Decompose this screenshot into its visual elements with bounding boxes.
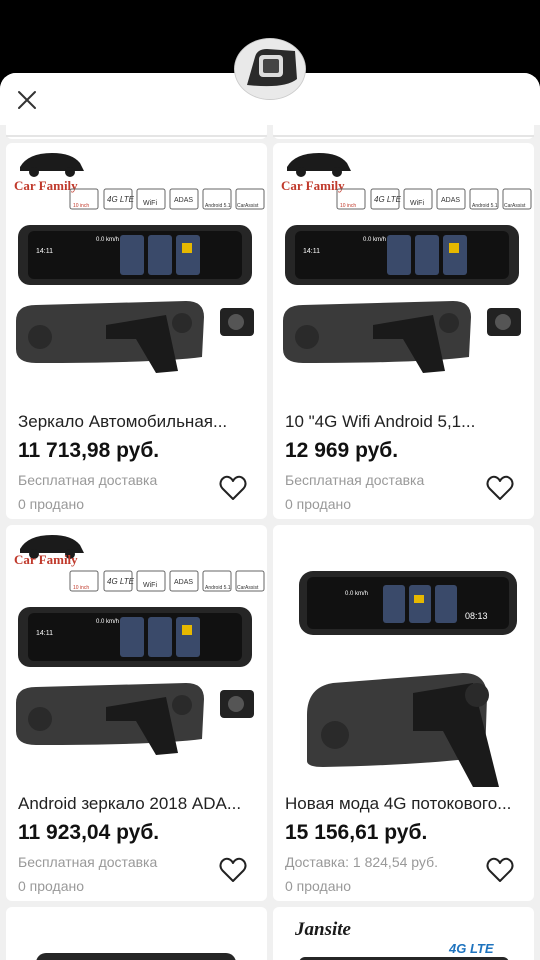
product-title: Android зеркало 2018 ADA... — [18, 794, 242, 813]
brand-logo-text: Car Family — [14, 552, 78, 567]
shipping-info: Бесплатная доставка — [285, 472, 425, 488]
svg-text:WiFi: WiFi — [143, 582, 157, 589]
svg-text:CarAssist: CarAssist — [504, 203, 526, 209]
product-image: Car Family 10 inch 4G LTE WiFi ADAS Andr… — [14, 153, 265, 373]
svg-text:14:11: 14:11 — [303, 248, 320, 255]
feature-badges: 10 inch 4G LTE WiFi ADAS Android 5.1 Car… — [69, 570, 265, 592]
car-family-logo: Car Family — [14, 153, 84, 193]
svg-text:10 inch: 10 inch — [73, 585, 89, 591]
svg-text:Android 5.1: Android 5.1 — [205, 203, 231, 209]
svg-text:14:11: 14:11 — [36, 630, 53, 637]
product-card[interactable]: Car Family 10 inch 4G LTE WiFi ADAS Andr… — [273, 143, 534, 519]
svg-text:0.0 km/h: 0.0 km/h — [363, 237, 386, 243]
jansite-logo: Jansite — [294, 919, 352, 940]
svg-text:10 inch: 10 inch — [73, 203, 89, 209]
product-sheet: Car Family 10 inch 4G LTE WiFi ADAS Andr… — [0, 73, 540, 960]
mirror-device: 14:11 0.0 km/h — [16, 607, 254, 755]
brand-logo-text: Car Family — [281, 178, 345, 193]
shipping-info: Бесплатная доставка — [18, 472, 158, 488]
product-card[interactable]: Jansite 4G LTE — [273, 907, 534, 960]
previous-card-bottom — [273, 125, 534, 139]
svg-text:WiFi: WiFi — [143, 200, 157, 207]
product-title: 10 "4G Wifi Android 5,1... — [285, 412, 476, 431]
product-image: 0.0 km/h 08:13 — [299, 571, 517, 787]
heart-icon[interactable] — [486, 475, 514, 501]
svg-text:ADAS: ADAS — [174, 579, 193, 586]
svg-text:10 inch: 10 inch — [340, 203, 356, 209]
product-title: Зеркало Автомобильная... — [18, 412, 228, 431]
product-title: Новая мода 4G потокового... — [285, 794, 512, 813]
sold-count: 0 продано — [18, 496, 84, 512]
svg-text:CarAssist: CarAssist — [237, 203, 259, 209]
close-icon[interactable] — [14, 87, 40, 113]
svg-text:0.0 km/h: 0.0 km/h — [96, 237, 119, 243]
product-image: Car Family 10 inch 4G LTE WiFi ADAS Andr… — [281, 153, 532, 373]
car-family-logo: Car Family — [281, 153, 351, 193]
product-card[interactable]: 0.0 km/h 08:13 Новая мода 4G потокового.… — [273, 525, 534, 901]
thumbnail-image — [235, 39, 305, 99]
sold-count: 0 продано — [285, 878, 351, 894]
lte-badge: 4G LTE — [448, 941, 494, 956]
svg-text:4G LTE: 4G LTE — [107, 195, 135, 204]
product-price: 12 969 руб. — [285, 439, 399, 462]
product-card[interactable] — [6, 907, 267, 960]
svg-text:0.0 km/h: 0.0 km/h — [345, 591, 368, 597]
svg-text:4G LTE: 4G LTE — [374, 195, 402, 204]
product-image: Car Family 10 inch 4G LTE WiFi ADAS Andr… — [14, 535, 265, 755]
feature-badges: 10 inch 4G LTE WiFi ADAS Android 5.1 Car… — [336, 188, 532, 210]
product-thumbnail[interactable] — [234, 38, 306, 100]
sold-count: 0 продано — [18, 878, 84, 894]
svg-text:CarAssist: CarAssist — [237, 585, 259, 591]
mirror-device: 14:11 0.0 km/h — [16, 225, 254, 373]
product-card[interactable]: Car Family 10 inch 4G LTE WiFi ADAS Andr… — [6, 525, 267, 901]
product-price: 11 713,98 руб. — [18, 439, 160, 462]
shipping-info: Доставка: 1 824,54 руб. — [285, 854, 438, 870]
car-family-logo: Car Family — [14, 535, 84, 567]
svg-text:4G LTE: 4G LTE — [107, 577, 135, 586]
svg-text:08:13: 08:13 — [465, 611, 488, 621]
svg-text:Android 5.1: Android 5.1 — [205, 585, 231, 591]
product-image: Jansite 4G LTE — [294, 919, 509, 960]
svg-text:ADAS: ADAS — [441, 197, 460, 204]
feature-badges: 10 inch 4G LTE WiFi ADAS Android 5.1 Car… — [69, 188, 265, 210]
shipping-info: Бесплатная доставка — [18, 854, 158, 870]
svg-text:ADAS: ADAS — [174, 197, 193, 204]
brand-logo-text: Car Family — [14, 178, 78, 193]
svg-text:0.0 km/h: 0.0 km/h — [96, 619, 119, 625]
product-card[interactable]: Car Family 10 inch 4G LTE WiFi ADAS Andr… — [6, 143, 267, 519]
heart-icon[interactable] — [219, 475, 247, 501]
mirror-device: 0.0 km/h 08:13 — [299, 571, 517, 787]
product-price: 15 156,61 руб. — [285, 821, 428, 844]
sold-count: 0 продано — [285, 496, 351, 512]
svg-text:14:11: 14:11 — [36, 248, 53, 255]
svg-text:WiFi: WiFi — [410, 200, 424, 207]
mirror-device: 14:11 0.0 km/h — [283, 225, 521, 373]
heart-icon[interactable] — [219, 857, 247, 883]
previous-card-bottom — [6, 125, 267, 139]
heart-icon[interactable] — [486, 857, 514, 883]
svg-text:Android 5.1: Android 5.1 — [472, 203, 498, 209]
product-image — [36, 953, 236, 960]
product-price: 11 923,04 руб. — [18, 821, 160, 844]
